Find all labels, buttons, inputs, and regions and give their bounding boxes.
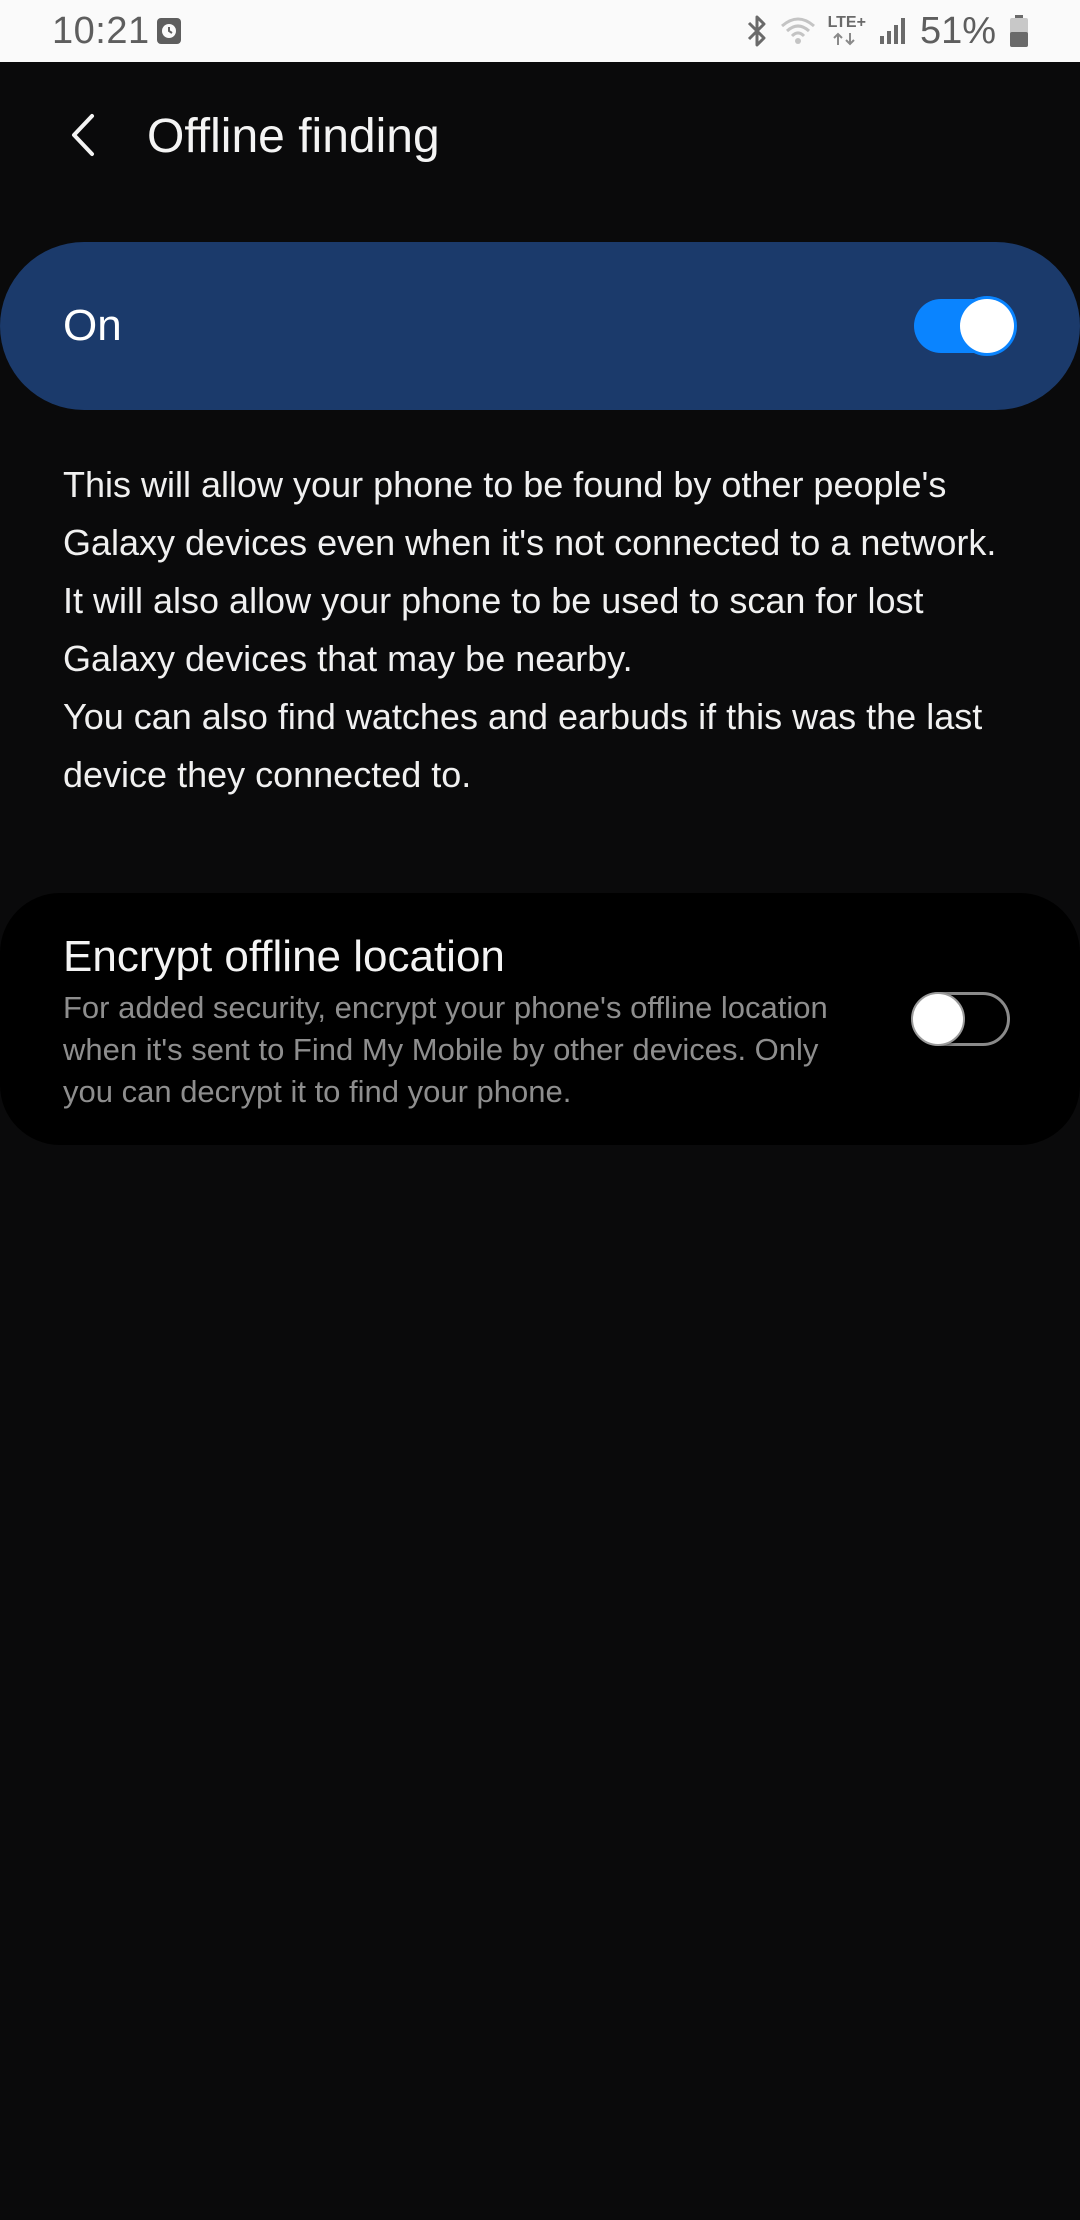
signal-icon <box>878 16 908 46</box>
toggle-knob <box>960 299 1014 353</box>
lte-data-icon: LTE+ <box>828 15 866 47</box>
network-type: LTE+ <box>827 14 866 31</box>
encrypt-offline-location-setting[interactable]: Encrypt offline location For added secur… <box>0 893 1080 1145</box>
master-toggle[interactable] <box>914 299 1014 353</box>
back-button[interactable] <box>50 104 116 170</box>
encrypt-toggle[interactable] <box>911 992 1010 1046</box>
setting-title: Encrypt offline location <box>63 932 505 981</box>
wifi-icon <box>780 16 816 46</box>
status-bar: 10:21 LTE+ 51% <box>0 0 1080 62</box>
app-bar: Offline finding <box>0 62 1080 212</box>
toggle-knob <box>911 992 965 1046</box>
status-time: 10:21 <box>52 10 150 52</box>
battery-percent: 51% <box>919 10 996 52</box>
setting-summary: For added security, encrypt your phone's… <box>63 990 828 1109</box>
feature-description: This will allow your phone to be found b… <box>63 456 1023 804</box>
clock-icon <box>156 17 182 45</box>
description-paragraph-1: This will allow your phone to be found b… <box>63 464 997 679</box>
bluetooth-icon <box>746 14 768 48</box>
description-paragraph-2: You can also find watches and earbuds if… <box>63 696 983 795</box>
chevron-left-icon <box>66 112 100 163</box>
page-title: Offline finding <box>147 110 440 163</box>
battery-icon <box>1008 14 1030 48</box>
master-switch-label: On <box>63 301 122 350</box>
status-icons: LTE+ 51% <box>746 8 1030 54</box>
master-switch-bar[interactable]: On <box>0 242 1080 410</box>
